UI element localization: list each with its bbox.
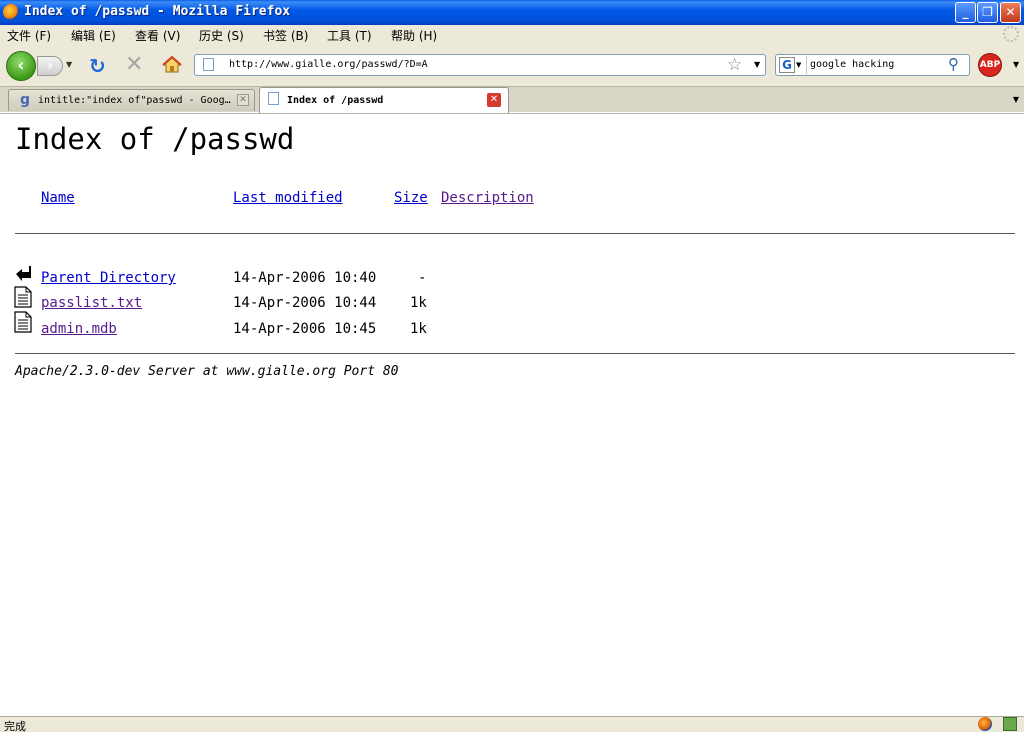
close-window-button[interactable]: ✕	[1000, 2, 1021, 23]
tab-close-icon[interactable]: ✕	[487, 93, 501, 107]
column-header-size[interactable]: Size	[394, 190, 428, 206]
text-file-icon	[14, 311, 32, 333]
tab-close-icon[interactable]: ✕	[237, 94, 249, 106]
google-favicon-icon: g	[20, 92, 31, 108]
back-button[interactable]: ‹	[6, 51, 36, 81]
tab-label[interactable]: Index of /passwd	[287, 95, 383, 106]
page-favicon-icon	[268, 92, 279, 105]
minimize-button[interactable]: _	[955, 2, 976, 23]
column-header-last-modified[interactable]: Last modified	[233, 190, 343, 206]
file-modified: 14-Apr-2006 10:44	[233, 295, 377, 311]
menu-bookmarks[interactable]: 书签 (B)	[263, 27, 308, 44]
throbber-icon	[1003, 26, 1019, 42]
home-icon[interactable]	[162, 55, 182, 75]
firefox-app-icon[interactable]	[3, 4, 19, 20]
divider	[15, 353, 1015, 354]
file-link-admin-mdb[interactable]: admin.mdb	[41, 321, 117, 337]
reload-icon[interactable]: ↻	[89, 54, 106, 78]
page-title: Index of /passwd	[15, 122, 295, 156]
history-dropdown-icon[interactable]: ▼	[66, 60, 72, 69]
url-input[interactable]: http://www.gialle.org/passwd/?D=A	[229, 59, 428, 70]
addon-status-icon[interactable]	[1003, 717, 1017, 731]
stop-icon[interactable]: ✕	[125, 52, 143, 77]
back-icon	[16, 266, 31, 281]
menu-tools[interactable]: 工具 (T)	[327, 27, 372, 44]
adblock-plus-icon[interactable]: ABP	[978, 53, 1002, 77]
search-divider	[806, 56, 807, 74]
menu-view[interactable]: 查看 (V)	[135, 27, 180, 44]
file-modified: 14-Apr-2006 10:45	[233, 321, 377, 337]
file-size: 1k	[410, 295, 427, 311]
text-file-icon	[14, 286, 32, 308]
search-engine-icon[interactable]: G	[779, 57, 795, 73]
tab-list-dropdown-icon[interactable]: ▼	[1008, 89, 1024, 111]
firefox-status-icon[interactable]	[978, 717, 992, 731]
search-input[interactable]: google hacking	[810, 59, 894, 70]
menu-help[interactable]: 帮助 (H)	[391, 27, 437, 44]
search-engine-dropdown-icon[interactable]: ▼	[796, 61, 801, 69]
file-link-parent-directory[interactable]: Parent Directory	[41, 270, 176, 286]
status-bar	[0, 716, 1024, 732]
page-icon	[203, 58, 214, 71]
server-signature: Apache/2.3.0-dev Server at www.gialle.or…	[15, 364, 399, 379]
file-link-passlist[interactable]: passlist.txt	[41, 295, 142, 311]
file-modified: 14-Apr-2006 10:40	[233, 270, 377, 286]
toolbar-overflow-icon[interactable]: ▼	[1013, 60, 1019, 69]
search-icon[interactable]: ⚲	[948, 55, 959, 73]
bookmark-star-icon[interactable]: ☆	[727, 55, 742, 75]
restore-button[interactable]: ❐	[977, 2, 998, 23]
forward-button[interactable]: ›	[37, 56, 63, 76]
divider	[15, 233, 1015, 234]
tab-label[interactable]: intitle:"index of"passwd - Goog…	[38, 95, 231, 106]
column-header-description[interactable]: Description	[441, 190, 534, 206]
file-size: 1k	[410, 321, 427, 337]
menu-edit[interactable]: 编辑 (E)	[71, 27, 116, 44]
file-size: -	[418, 270, 427, 286]
menu-history[interactable]: 历史 (S)	[199, 27, 244, 44]
menu-file[interactable]: 文件 (F)	[7, 27, 51, 44]
window-title: Index of /passwd - Mozilla Firefox	[24, 4, 291, 19]
url-dropdown-icon[interactable]: ▼	[754, 60, 760, 69]
column-header-name[interactable]: Name	[41, 190, 75, 206]
